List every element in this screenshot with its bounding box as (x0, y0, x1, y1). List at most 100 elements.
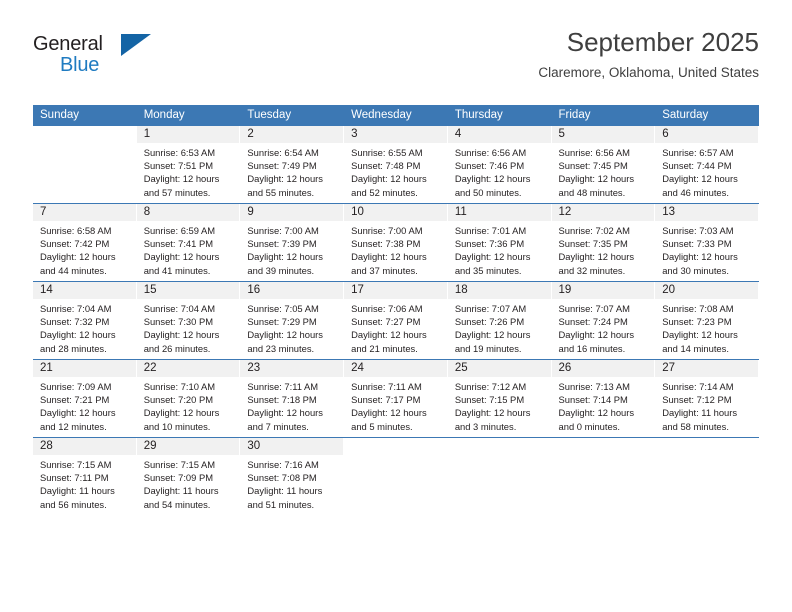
calendar-day-cell[interactable]: 8 Sunrise: 6:59 AM Sunset: 7:41 PM Daylight… (136, 203, 241, 282)
day-cell-details: Sunrise: 7:10 AM Sunset: 7:20 PM Daylight:… (137, 377, 241, 433)
calendar-day-cell[interactable]: 25 Sunrise: 7:12 AM Sunset: 7:15 PM Dayligh… (447, 359, 552, 438)
page-header: General Blue September 2025 Claremore, O… (33, 26, 759, 96)
calendar-day-cell[interactable]: 20 Sunrise: 7:08 AM Sunset: 7:23 PM Dayligh… (655, 281, 759, 360)
daylight-duration-line2: and 28 minutes. (40, 342, 107, 354)
day-cell-inner: 27 Sunrise: 7:14 AM Sunset: 7:12 PM Dayligh… (655, 360, 759, 437)
calendar-day-cell[interactable]: 10 Sunrise: 7:00 AM Sunset: 7:38 PM Dayligh… (344, 203, 448, 282)
daylight-duration-line2: and 12 minutes. (40, 420, 107, 432)
day-cell-inner (344, 438, 448, 515)
daylight-duration-line1: Daylight: 12 hours (662, 251, 738, 263)
generalblue-logo[interactable]: General Blue (33, 32, 163, 82)
calendar-day-cell[interactable]: 1 Sunrise: 6:53 AM Sunset: 7:51 PM Daylight… (136, 125, 241, 204)
calendar-day-cell[interactable]: 23 Sunrise: 7:11 AM Sunset: 7:18 PM Dayligh… (240, 359, 345, 438)
daylight-duration-line2: and 44 minutes. (40, 264, 107, 276)
daylight-duration-line2: and 41 minutes. (143, 264, 211, 276)
day-number: 19 (551, 282, 656, 299)
calendar-day-cell[interactable]: 3 Sunrise: 6:55 AM Sunset: 7:48 PM Daylight… (344, 125, 448, 204)
daylight-duration-line1: Daylight: 12 hours (40, 329, 116, 341)
day-number: 1 (136, 126, 241, 143)
day-cell-inner: 20 Sunrise: 7:08 AM Sunset: 7:23 PM Dayligh… (655, 282, 759, 359)
sunset-time: Sunset: 7:39 PM (247, 238, 317, 250)
calendar-day-cell-empty (655, 437, 759, 515)
day-number: 12 (551, 204, 656, 221)
weekday-header-wednesday: Wednesday (344, 105, 448, 126)
daylight-duration-line2: and 14 minutes. (662, 342, 729, 354)
daylight-duration-line1: Daylight: 12 hours (143, 251, 220, 263)
day-cell-details: Sunrise: 7:12 AM Sunset: 7:15 PM Daylight:… (448, 377, 552, 433)
daylight-duration-line2: and 52 minutes. (351, 186, 418, 198)
day-cell-details: Sunrise: 7:13 AM Sunset: 7:14 PM Daylight:… (552, 377, 656, 433)
calendar-day-cell[interactable]: 21 Sunrise: 7:09 AM Sunset: 7:21 PM Dayligh… (33, 359, 137, 438)
day-cell-details: Sunrise: 7:03 AM Sunset: 7:33 PM Daylight:… (655, 221, 759, 277)
day-cell-inner (655, 438, 759, 515)
sunset-time: Sunset: 7:29 PM (247, 316, 317, 328)
calendar-day-cell[interactable]: 5 Sunrise: 6:56 AM Sunset: 7:45 PM Daylight… (551, 125, 656, 204)
calendar-day-cell[interactable]: 24 Sunrise: 7:11 AM Sunset: 7:17 PM Dayligh… (344, 359, 448, 438)
daylight-duration-line2: and 57 minutes. (143, 186, 211, 198)
calendar-day-cell[interactable]: 2 Sunrise: 6:54 AM Sunset: 7:49 PM Daylight… (240, 125, 345, 204)
calendar-day-cell[interactable]: 16 Sunrise: 7:05 AM Sunset: 7:29 PM Dayligh… (240, 281, 345, 360)
day-cell-details: Sunrise: 7:16 AM Sunset: 7:08 PM Daylight:… (240, 455, 344, 511)
day-cell-inner (551, 438, 656, 515)
calendar-day-cell[interactable]: 13 Sunrise: 7:03 AM Sunset: 7:33 PM Dayligh… (655, 203, 759, 282)
calendar-day-cell[interactable]: 26 Sunrise: 7:13 AM Sunset: 7:14 PM Dayligh… (551, 359, 656, 438)
day-cell-inner: 2 Sunrise: 6:54 AM Sunset: 7:49 PM Daylight… (240, 126, 345, 203)
sunrise-time: Sunrise: 6:53 AM (143, 147, 216, 158)
day-cell-details: Sunrise: 7:02 AM Sunset: 7:35 PM Daylight:… (552, 221, 656, 277)
day-number: 30 (240, 438, 345, 455)
daylight-duration-line1: Daylight: 12 hours (143, 329, 220, 341)
day-number: 26 (551, 360, 656, 377)
calendar-day-cell-empty (344, 437, 448, 515)
day-cell-inner: 11 Sunrise: 7:01 AM Sunset: 7:36 PM Dayligh… (447, 204, 552, 281)
daylight-duration-line2: and 19 minutes. (454, 342, 522, 354)
sunset-time: Sunset: 7:15 PM (454, 394, 525, 406)
day-cell-inner: 28 Sunrise: 7:15 AM Sunset: 7:11 PM Dayligh… (33, 438, 137, 515)
sunrise-time: Sunrise: 7:07 AM (558, 303, 630, 314)
calendar-day-cell[interactable]: 19 Sunrise: 7:07 AM Sunset: 7:24 PM Dayligh… (551, 281, 656, 360)
weekday-header-friday: Friday (551, 105, 656, 126)
calendar-day-cell[interactable]: 12 Sunrise: 7:02 AM Sunset: 7:35 PM Dayligh… (551, 203, 656, 282)
sunset-time: Sunset: 7:08 PM (247, 472, 317, 484)
calendar-day-cell[interactable]: 6 Sunrise: 6:57 AM Sunset: 7:44 PM Daylight… (655, 125, 759, 204)
day-cell-inner: 7 Sunrise: 6:58 AM Sunset: 7:42 PM Daylight… (33, 204, 137, 281)
day-cell-details: Sunrise: 7:00 AM Sunset: 7:38 PM Daylight:… (344, 221, 448, 277)
location-subtitle: Claremore, Oklahoma, United States (538, 65, 759, 80)
day-cell-inner: 24 Sunrise: 7:11 AM Sunset: 7:17 PM Dayligh… (344, 360, 448, 437)
daylight-duration-line2: and 50 minutes. (454, 186, 522, 198)
calendar-week-row: 1 Sunrise: 6:53 AM Sunset: 7:51 PM Daylight… (33, 125, 759, 204)
daylight-duration-line1: Daylight: 12 hours (662, 329, 738, 341)
calendar-day-cell[interactable]: 14 Sunrise: 7:04 AM Sunset: 7:32 PM Dayligh… (33, 281, 137, 360)
calendar-day-cell[interactable]: 28 Sunrise: 7:15 AM Sunset: 7:11 PM Dayligh… (33, 437, 137, 515)
calendar-week-row: 21 Sunrise: 7:09 AM Sunset: 7:21 PM Dayligh… (33, 359, 759, 438)
sunset-time: Sunset: 7:17 PM (351, 394, 421, 406)
sunset-time: Sunset: 7:41 PM (143, 238, 214, 250)
calendar-day-cell[interactable]: 22 Sunrise: 7:10 AM Sunset: 7:20 PM Dayligh… (136, 359, 241, 438)
day-cell-details: Sunrise: 7:07 AM Sunset: 7:26 PM Daylight:… (448, 299, 552, 355)
calendar-day-cell[interactable]: 17 Sunrise: 7:06 AM Sunset: 7:27 PM Dayligh… (344, 281, 448, 360)
day-cell-details: Sunrise: 6:57 AM Sunset: 7:44 PM Daylight:… (655, 143, 759, 199)
day-number: 27 (655, 360, 759, 377)
day-cell-inner: 26 Sunrise: 7:13 AM Sunset: 7:14 PM Dayligh… (551, 360, 656, 437)
calendar-day-cell[interactable]: 30 Sunrise: 7:16 AM Sunset: 7:08 PM Dayligh… (240, 437, 345, 515)
daylight-duration-line1: Daylight: 12 hours (351, 329, 427, 341)
calendar-day-cell[interactable]: 15 Sunrise: 7:04 AM Sunset: 7:30 PM Dayligh… (136, 281, 241, 360)
calendar-day-cell[interactable]: 11 Sunrise: 7:01 AM Sunset: 7:36 PM Dayligh… (447, 203, 552, 282)
daylight-duration-line1: Daylight: 12 hours (558, 251, 635, 263)
calendar-day-cell[interactable]: 29 Sunrise: 7:15 AM Sunset: 7:09 PM Dayligh… (136, 437, 241, 515)
day-cell-details: Sunrise: 6:54 AM Sunset: 7:49 PM Daylight:… (240, 143, 344, 199)
sunrise-time: Sunrise: 7:04 AM (40, 303, 112, 314)
day-cell-details: Sunrise: 7:11 AM Sunset: 7:17 PM Daylight:… (344, 377, 448, 433)
daylight-duration-line1: Daylight: 12 hours (558, 173, 635, 185)
sunrise-time: Sunrise: 7:01 AM (454, 225, 527, 236)
daylight-duration-line2: and 10 minutes. (143, 420, 211, 432)
day-cell-inner: 14 Sunrise: 7:04 AM Sunset: 7:32 PM Dayligh… (33, 282, 137, 359)
daylight-duration-line1: Daylight: 12 hours (247, 173, 323, 185)
calendar-day-cell[interactable]: 18 Sunrise: 7:07 AM Sunset: 7:26 PM Dayligh… (447, 281, 552, 360)
day-cell-details: Sunrise: 7:00 AM Sunset: 7:39 PM Daylight:… (240, 221, 344, 277)
calendar-day-cell[interactable]: 9 Sunrise: 7:00 AM Sunset: 7:39 PM Daylight… (240, 203, 345, 282)
calendar-week-row: 28 Sunrise: 7:15 AM Sunset: 7:11 PM Dayligh… (33, 437, 759, 515)
calendar-day-cell[interactable]: 4 Sunrise: 6:56 AM Sunset: 7:46 PM Daylight… (447, 125, 552, 204)
calendar-day-cell[interactable]: 7 Sunrise: 6:58 AM Sunset: 7:42 PM Daylight… (33, 203, 137, 282)
sunset-time: Sunset: 7:46 PM (454, 160, 525, 172)
calendar-day-cell[interactable]: 27 Sunrise: 7:14 AM Sunset: 7:12 PM Dayligh… (655, 359, 759, 438)
